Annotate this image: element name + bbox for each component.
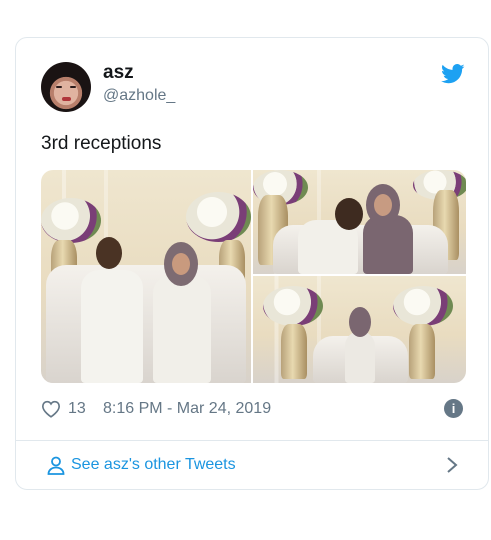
tweet-footer[interactable]: See asz's other Tweets bbox=[41, 455, 466, 477]
user-outline-icon bbox=[47, 456, 65, 475]
twitter-bird-icon[interactable] bbox=[441, 64, 465, 84]
info-icon[interactable]: i bbox=[444, 399, 463, 418]
tweet-photo-2[interactable] bbox=[253, 170, 466, 274]
avatar-eye-right bbox=[70, 86, 76, 88]
tweet-timestamp[interactable]: 8:16 PM - Mar 24, 2019 bbox=[103, 400, 271, 418]
tweet-media-grid[interactable] bbox=[41, 170, 466, 383]
author-handle[interactable]: @azhole_ bbox=[103, 87, 175, 105]
footer-divider bbox=[16, 440, 488, 441]
like-count[interactable]: 13 bbox=[68, 400, 86, 418]
author-avatar[interactable] bbox=[41, 62, 91, 112]
author-name[interactable]: asz bbox=[103, 62, 134, 84]
chevron-right-icon[interactable] bbox=[446, 457, 458, 473]
heart-outline-icon[interactable] bbox=[41, 400, 61, 418]
see-other-tweets-link[interactable]: See asz's other Tweets bbox=[71, 456, 236, 474]
tweet-photo-3[interactable] bbox=[253, 276, 466, 383]
tweet-photo-1[interactable] bbox=[41, 170, 251, 383]
embedded-tweet-card[interactable]: asz @azhole_ 3rd receptions 13 8:16 PM -… bbox=[15, 37, 489, 490]
avatar-eye-left bbox=[56, 86, 62, 88]
tweet-text: 3rd receptions bbox=[41, 133, 162, 154]
tweet-meta-row: 13 8:16 PM - Mar 24, 2019 i bbox=[41, 399, 466, 421]
avatar-lips bbox=[62, 97, 71, 101]
